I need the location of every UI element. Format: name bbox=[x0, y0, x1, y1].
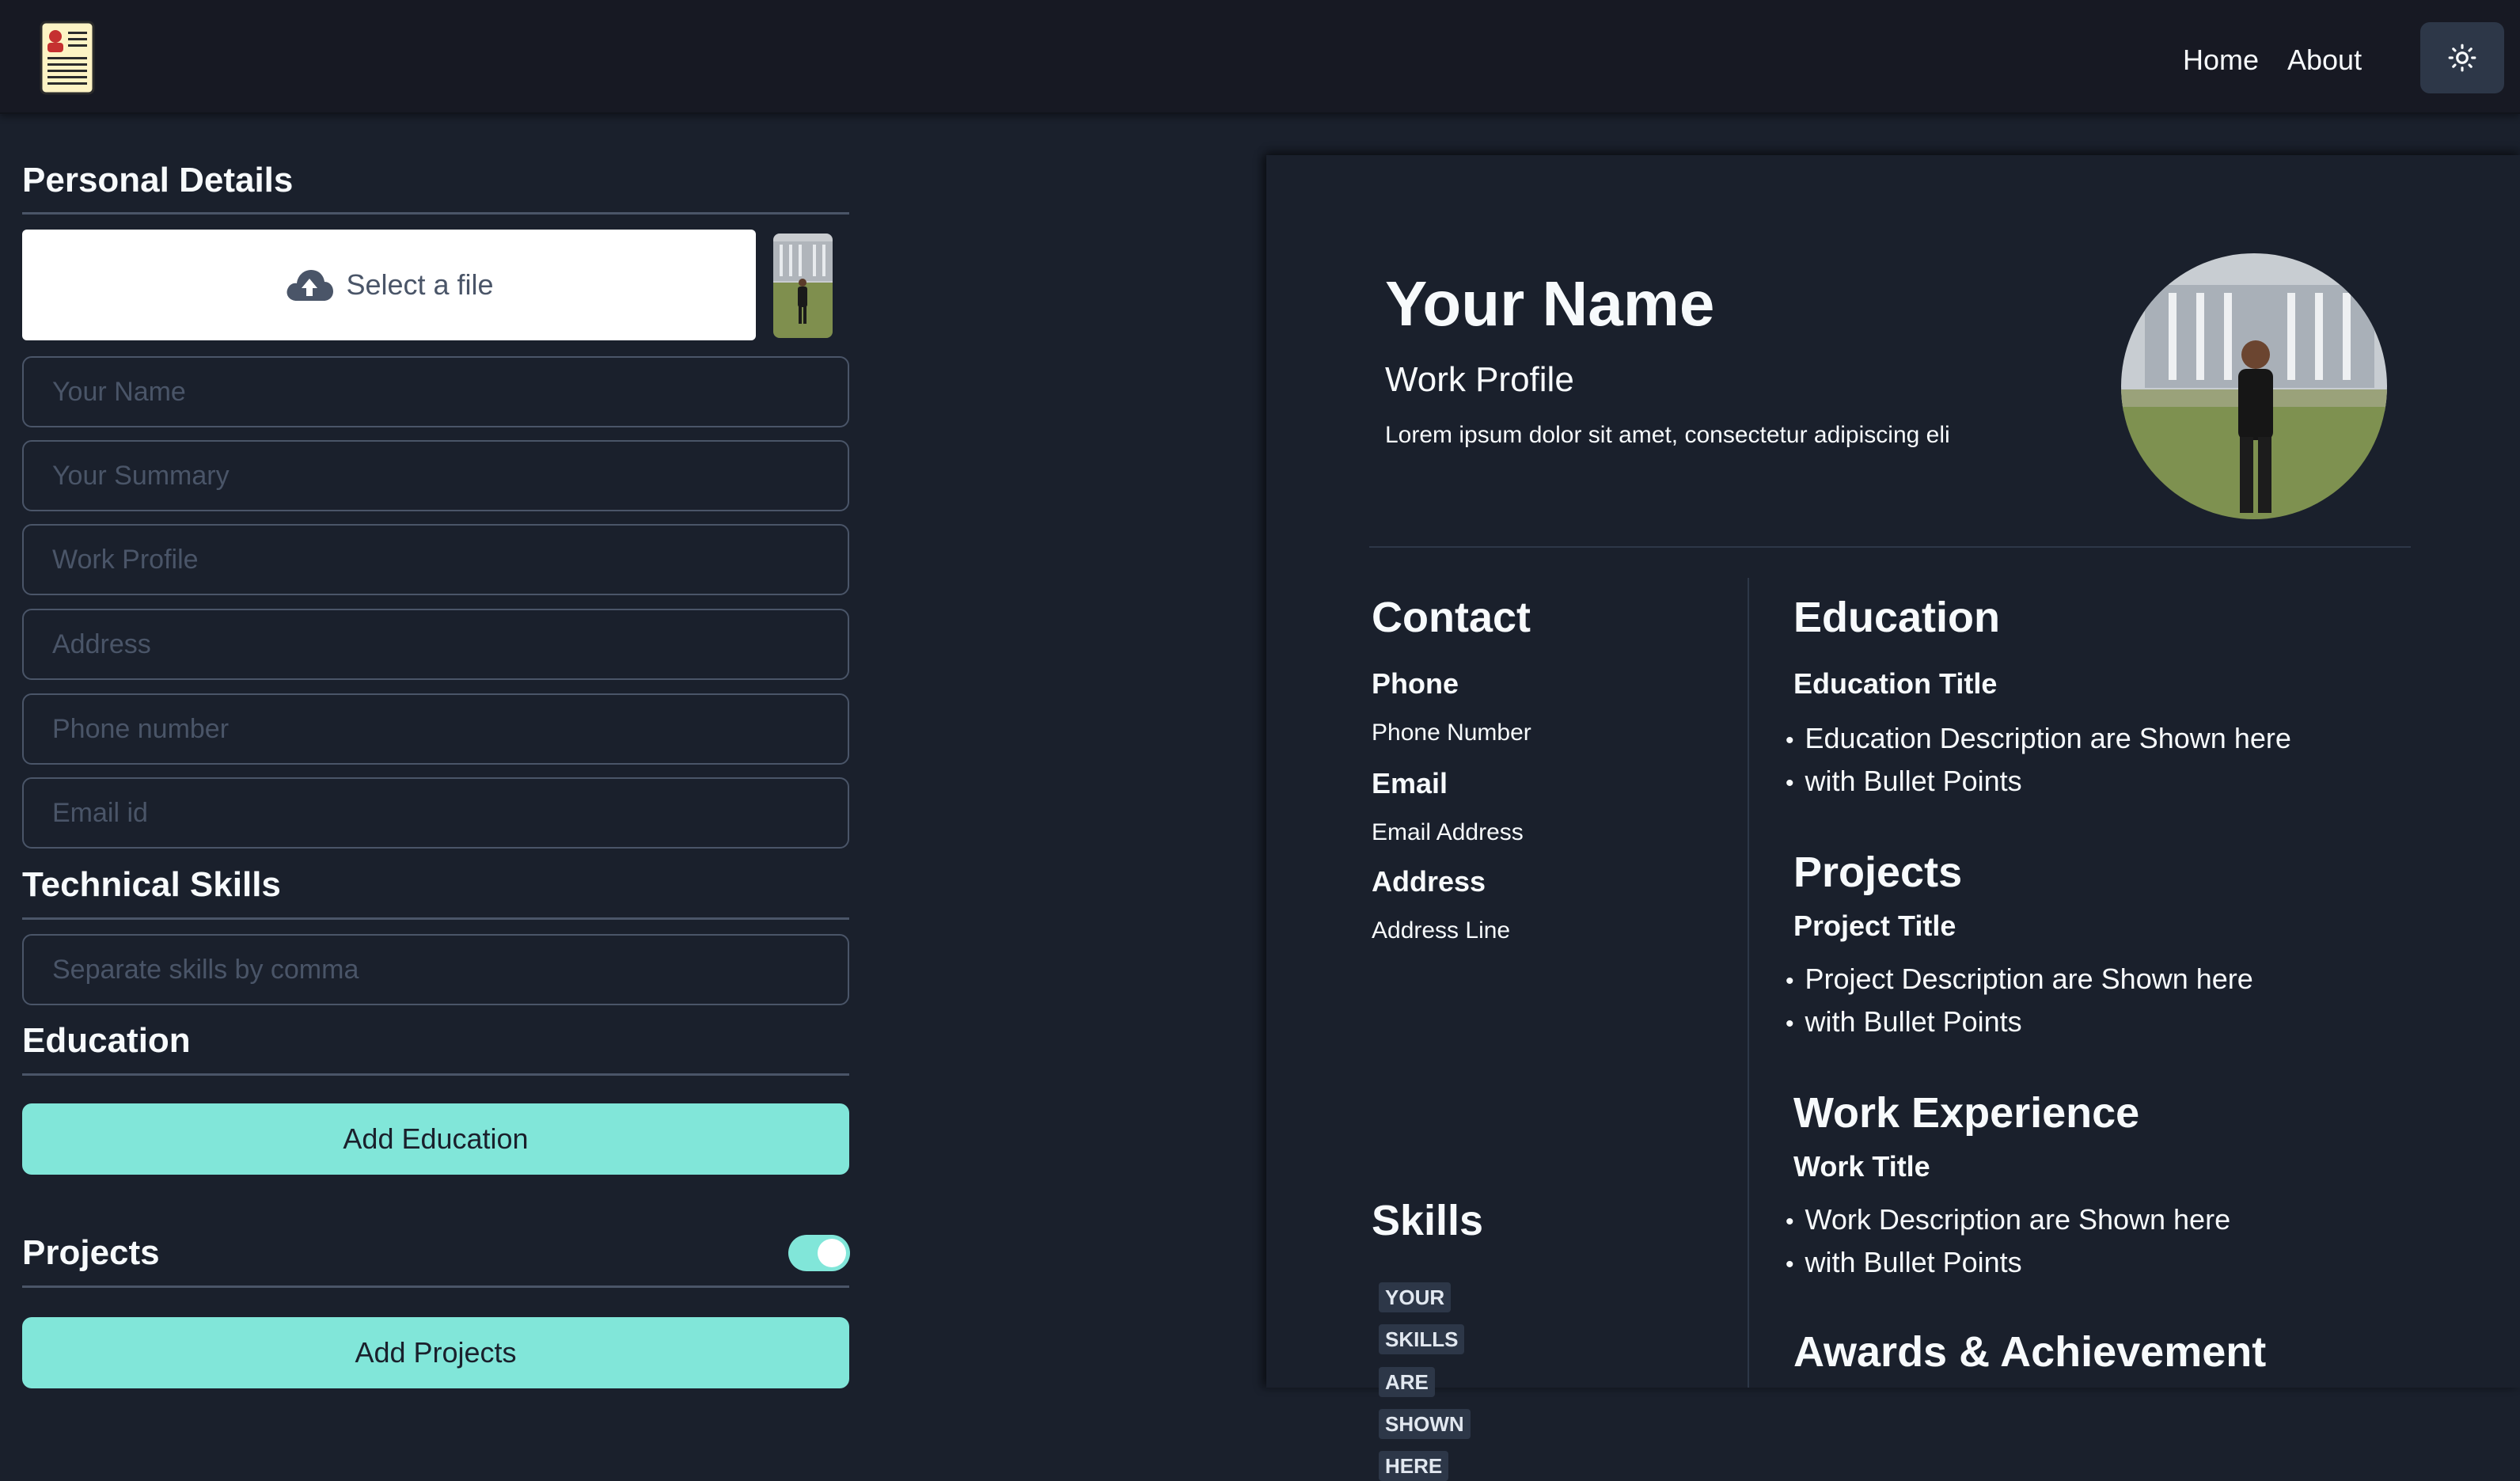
summary-input[interactable] bbox=[22, 440, 849, 511]
divider bbox=[22, 212, 849, 215]
name-input[interactable] bbox=[22, 356, 849, 427]
work-experience-heading: Work Experience bbox=[1793, 1089, 2140, 1137]
work-bullet: Work Description are Shown here bbox=[1786, 1200, 2231, 1242]
work-profile-input[interactable] bbox=[22, 524, 849, 595]
skill-tag: SKILLS bbox=[1379, 1324, 1465, 1354]
education-title: Education bbox=[22, 1021, 191, 1060]
file-upload-button[interactable]: Select a file bbox=[22, 230, 756, 340]
cloud-upload-icon bbox=[287, 270, 334, 301]
address-value: Address Line bbox=[1372, 917, 1511, 944]
column-divider bbox=[1748, 578, 1749, 1388]
education-bullet: with Bullet Points bbox=[1786, 761, 2022, 803]
skills-input[interactable] bbox=[22, 934, 849, 1005]
phone-label: Phone bbox=[1372, 667, 1459, 700]
add-education-button[interactable]: Add Education bbox=[22, 1103, 849, 1175]
preview-profile-photo bbox=[2121, 253, 2387, 519]
toggle-knob bbox=[818, 1239, 846, 1267]
project-item-title: Project Title bbox=[1793, 909, 1956, 942]
theme-toggle-button[interactable] bbox=[2420, 22, 2504, 93]
file-upload-label: Select a file bbox=[346, 268, 494, 301]
work-bullet: with Bullet Points bbox=[1786, 1243, 2022, 1285]
skill-tag: ARE bbox=[1379, 1367, 1435, 1397]
projects-title: Projects bbox=[22, 1233, 160, 1272]
skill-tag: YOUR bbox=[1379, 1282, 1452, 1312]
nav-home-link[interactable]: Home bbox=[2183, 40, 2259, 81]
profile-photo-thumbnail bbox=[773, 234, 833, 338]
divider bbox=[22, 1073, 849, 1076]
education-bullet: Education Description are Shown here bbox=[1786, 719, 2291, 761]
education-heading: Education bbox=[1793, 594, 2001, 641]
project-bullet: with Bullet Points bbox=[1786, 1002, 2022, 1044]
email-label: Email bbox=[1372, 767, 1448, 799]
project-bullet: Project Description are Shown here bbox=[1786, 959, 2253, 1001]
email-value: Email Address bbox=[1372, 819, 1524, 845]
preview-summary: Lorem ipsum dolor sit amet, consectetur … bbox=[1385, 422, 1950, 448]
divider bbox=[22, 917, 849, 920]
top-navbar: Home About bbox=[0, 0, 2520, 114]
contact-heading: Contact bbox=[1372, 594, 1531, 641]
resume-icon[interactable] bbox=[40, 21, 95, 95]
technical-skills-title: Technical Skills bbox=[22, 865, 281, 904]
skill-tag: SHOWN bbox=[1379, 1409, 1471, 1439]
add-projects-button[interactable]: Add Projects bbox=[22, 1317, 849, 1388]
resume-preview: Your Name Work Profile Lorem ipsum dolor… bbox=[1266, 155, 2520, 1481]
awards-heading: Awards & Achievement bbox=[1793, 1328, 2267, 1376]
preview-work-profile: Work Profile bbox=[1385, 360, 1574, 399]
education-item-title: Education Title bbox=[1793, 667, 1998, 700]
preview-name: Your Name bbox=[1385, 268, 1715, 339]
nav-about-link[interactable]: About bbox=[2287, 40, 2362, 81]
work-item-title: Work Title bbox=[1793, 1150, 1930, 1183]
phone-value: Phone Number bbox=[1372, 720, 1531, 746]
phone-input[interactable] bbox=[22, 693, 849, 765]
skills-heading: Skills bbox=[1372, 1197, 1484, 1244]
address-input[interactable] bbox=[22, 609, 849, 680]
projects-toggle[interactable] bbox=[788, 1235, 850, 1271]
divider bbox=[1369, 546, 2411, 548]
sun-icon bbox=[2448, 44, 2476, 72]
skill-tag: HERE bbox=[1379, 1451, 1449, 1481]
divider bbox=[22, 1285, 849, 1288]
email-input[interactable] bbox=[22, 777, 849, 849]
address-label: Address bbox=[1372, 865, 1486, 898]
projects-heading: Projects bbox=[1793, 849, 1963, 896]
personal-details-title: Personal Details bbox=[22, 161, 294, 199]
